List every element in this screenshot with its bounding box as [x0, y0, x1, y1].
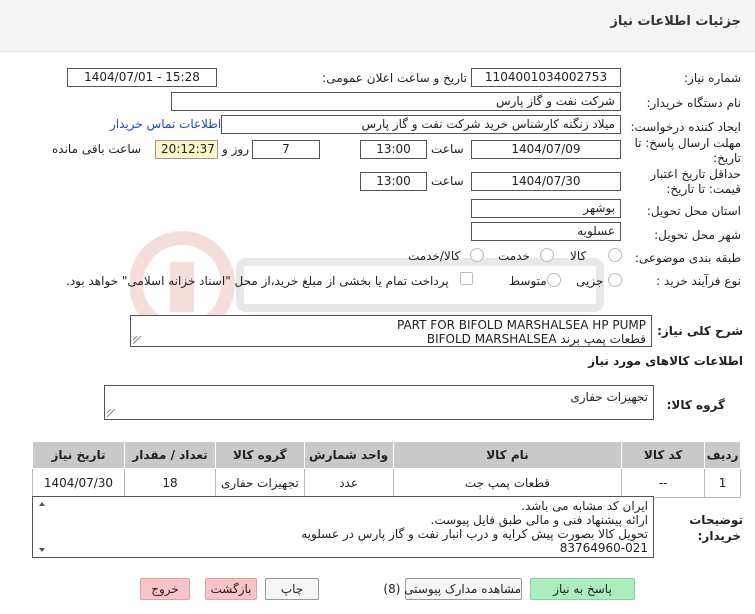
col-header-name: نام کالا: [392, 441, 623, 469]
announce-date-field: 1404/07/01 - 15:28: [67, 68, 217, 87]
category-radio-both[interactable]: [470, 248, 484, 262]
announce-date-label: تاریخ و ساعت اعلان عمومی:: [322, 71, 467, 85]
need-number-label: شماره نیاز:: [684, 71, 741, 85]
col-header-need-date: تاریخ نیاز: [32, 441, 125, 469]
print-button[interactable]: چاپ: [265, 578, 319, 600]
validity-time-label: ساعت: [431, 174, 464, 188]
creator-field: میلاد زنگنه کارشناس خرید شرکت نفت و گاز …: [221, 115, 621, 134]
reply-button[interactable]: پاسخ به نیاز: [530, 578, 635, 600]
process-label: نوع فرآیند خرید :: [656, 274, 741, 288]
goods-group-textarea: تجهیزات حفاری: [104, 385, 654, 420]
col-header-group: گروه کالا: [215, 441, 305, 469]
deadline-time-label: ساعت: [431, 142, 464, 156]
buyer-notes-line: 83764960-021: [559, 541, 648, 555]
col-header-code: کد کالا: [621, 441, 706, 469]
validity-time-field: 13:00: [360, 172, 427, 191]
validity-label-2: قیمت: تا تاریخ:: [666, 182, 741, 196]
view-attachments-button[interactable]: مشاهده مدارک پیوستی (8): [383, 578, 522, 600]
province-label: استان محل تحویل:: [646, 204, 741, 218]
description-label: شرح کلی نیاز:: [657, 324, 743, 338]
notes-scrollbar[interactable]: [37, 499, 47, 555]
category-radio-service[interactable]: [540, 248, 554, 262]
col-header-row-number: ردیف: [704, 441, 741, 469]
goods-section-title: اطلاعات کالاهای مورد نیاز: [588, 354, 743, 368]
scroll-arrows-icon: [39, 502, 45, 552]
city-field: عسلویه: [471, 222, 621, 241]
deadline-time-field: 13:00: [360, 140, 427, 159]
treasury-checkbox[interactable]: [460, 272, 473, 285]
buyer-notes-line: ارائه پیشنهاد فنی و مالی طبق فایل پیوست.: [430, 513, 648, 527]
payment-note: پرداخت تمام یا بخشی از مبلغ خرید،از محل …: [66, 274, 449, 288]
page-title: جزئیات اطلاعات نیاز: [610, 14, 741, 29]
table-row: 1 -- قطعات پمپ جت عدد تجهیزات حفاری 18 1…: [32, 468, 741, 498]
table-header-row: ردیف کد کالا نام کالا واحد شمارش گروه کا…: [32, 441, 741, 469]
remaining-label: ساعت باقی مانده: [52, 142, 142, 156]
goods-group-value: تجهیزات حفاری: [570, 390, 648, 404]
cell-unit: عدد: [303, 468, 394, 498]
goods-table: ردیف کد کالا نام کالا واحد شمارش گروه کا…: [32, 441, 741, 498]
buyer-notes-textarea: ایران کد مشابه می باشد. ارائه پیشنهاد فن…: [32, 496, 654, 558]
category-label: طبقه بندی موضوعی:: [634, 251, 741, 265]
buyer-org-label: نام دستگاه خریدار:: [646, 96, 742, 110]
buyer-notes-label: توضیحات: [689, 513, 743, 527]
validity-date-field: 1404/07/30: [471, 172, 621, 191]
remaining-time-display: 20:12:37: [155, 140, 218, 159]
process-radio-minor[interactable]: [608, 273, 622, 287]
cell-row-number: 1: [704, 468, 741, 498]
buyer-notes-line: ایران کد مشابه می باشد.: [521, 499, 648, 513]
goods-group-label: گروه کالا:: [666, 398, 725, 412]
need-number-field: 1104001034002753: [471, 68, 621, 87]
process-option-medium: متوسط: [509, 274, 547, 288]
deadline-label-2: تاریخ:: [713, 151, 741, 165]
buyer-contact-link[interactable]: اطلاعات تماس خریدار: [110, 117, 221, 131]
buyer-notes-line: تحویل کالا بصورت پیش کرایه و درب انبار ن…: [301, 527, 648, 541]
province-field: بوشهر: [471, 199, 621, 218]
process-radio-medium[interactable]: [547, 273, 561, 287]
col-header-quantity: تعداد / مقدار: [123, 441, 217, 469]
remaining-days-field: 7: [252, 140, 320, 159]
category-radio-goods[interactable]: [608, 248, 622, 262]
days-label: روز و: [222, 142, 249, 156]
category-option-both: کالا/خدمت: [408, 249, 461, 263]
buyer-org-field: شرکت نفت و گاز پارس: [171, 92, 621, 111]
cell-code: --: [621, 468, 706, 498]
cell-name: قطعات پمپ جت: [392, 468, 623, 498]
cell-group: تجهیزات حفاری: [215, 468, 305, 498]
category-option-service: خدمت: [498, 249, 530, 263]
city-label: شهر محل تحویل:: [654, 228, 741, 242]
buyer-notes-label-2: خریدار:: [697, 529, 741, 543]
description-line-2: قطعات پمپ برند BIFOLD MARSHALSEA: [426, 332, 646, 346]
description-textarea: PART FOR BIFOLD MARSHALSEA HP PUMP قطعات…: [130, 315, 652, 347]
creator-label: ایجاد کننده درخواست:: [630, 120, 741, 134]
deadline-date-field: 1404/07/09: [471, 140, 621, 159]
deadline-label: مهلت ارسال پاسخ: تا: [634, 136, 741, 150]
description-line-1: PART FOR BIFOLD MARSHALSEA HP PUMP: [397, 318, 646, 332]
category-option-goods: کالا: [570, 249, 587, 263]
cell-need-date: 1404/07/30: [32, 468, 125, 498]
col-header-unit: واحد شمارش: [303, 441, 394, 469]
validity-label: حداقل تاریخ اعتبار: [650, 167, 741, 181]
resize-handle-icon: [133, 336, 141, 344]
process-option-minor: جزیی: [576, 274, 604, 288]
back-button[interactable]: بازگشت: [205, 578, 257, 600]
exit-button[interactable]: خروج: [140, 578, 190, 600]
resize-handle-icon: [107, 409, 115, 417]
cell-quantity: 18: [123, 468, 217, 498]
